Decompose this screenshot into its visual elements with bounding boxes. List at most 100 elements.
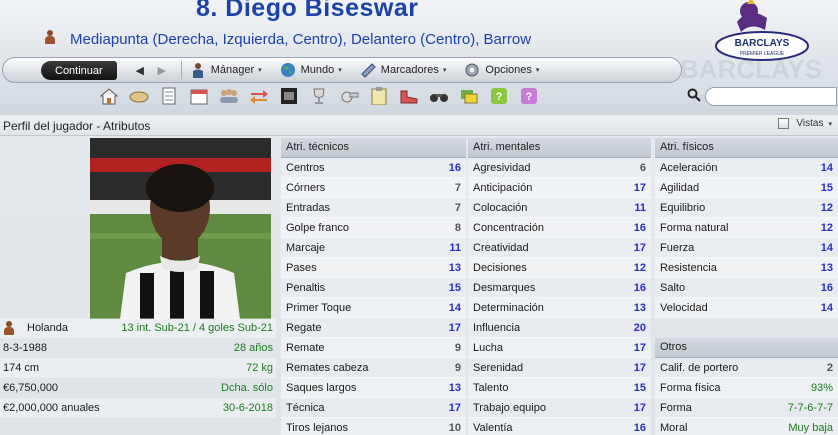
menu-options[interactable]: Opciones ▾ bbox=[464, 62, 539, 78]
attribute-value: Muy baja bbox=[788, 421, 833, 434]
attribute-value: 17 bbox=[633, 341, 646, 354]
attribute-name: Forma natural bbox=[660, 221, 729, 234]
bread-icon[interactable] bbox=[128, 86, 150, 106]
help-alt-icon[interactable]: ? bbox=[518, 86, 540, 106]
attribute-name: Colocación bbox=[473, 201, 528, 214]
attribute-name: Trabajo equipo bbox=[473, 401, 546, 414]
attribute-value: 11 bbox=[449, 241, 461, 254]
menu-manager[interactable]: Mánager ▾ bbox=[190, 62, 262, 78]
info-right: 28 años bbox=[233, 342, 273, 354]
attribute-name: Marcaje bbox=[286, 241, 326, 254]
boot-icon[interactable] bbox=[398, 86, 420, 106]
info-row-nationality: Holanda 13 int. Sub-21 / 4 goles Sub-21 bbox=[0, 318, 276, 338]
clipboard-icon[interactable] bbox=[368, 86, 390, 106]
info-row-birth: 8-3-1988 28 años bbox=[0, 338, 276, 358]
film-icon[interactable] bbox=[278, 86, 300, 106]
views-button[interactable]: Vistas ▾ bbox=[778, 118, 832, 129]
physical-attributes-panel: Atri. físicos Aceleración 14 Agilidad 15 Equ… bbox=[655, 138, 838, 435]
continue-button[interactable]: Continuar bbox=[41, 60, 117, 80]
attribute-row: Centros 16 bbox=[281, 158, 466, 178]
menu-world[interactable]: Mundo ▾ bbox=[280, 62, 342, 78]
attribute-value: 14 bbox=[820, 161, 833, 174]
attribute-row: Desmarques 16 bbox=[468, 278, 651, 298]
attribute-name: Influencia bbox=[473, 321, 521, 334]
person-icon bbox=[44, 30, 60, 48]
attribute-value: 15 bbox=[820, 181, 833, 194]
transfer-arrows-icon[interactable] bbox=[248, 86, 270, 106]
attribute-name: Determinación bbox=[473, 301, 544, 314]
binoculars-icon[interactable] bbox=[428, 86, 450, 106]
attribute-value: 16 bbox=[633, 221, 646, 234]
attribute-name: Calif. de portero bbox=[660, 361, 739, 374]
attribute-name: Penaltis bbox=[286, 281, 326, 294]
others-header: Otros bbox=[655, 338, 838, 358]
logo-text: BARCLAYS bbox=[735, 38, 790, 49]
forward-arrow-icon[interactable]: ▶ bbox=[151, 61, 173, 79]
attribute-name: Valentía bbox=[473, 421, 513, 434]
nav-separator bbox=[180, 61, 182, 79]
search-input[interactable] bbox=[705, 86, 837, 106]
info-left: 174 cm bbox=[3, 362, 40, 374]
panel-header: Atri. físicos bbox=[655, 138, 838, 158]
globe-icon bbox=[280, 63, 295, 77]
attribute-row: Remate 9 bbox=[281, 338, 466, 358]
attribute-value: 16 bbox=[633, 421, 646, 434]
attribute-row: Serenidad 17 bbox=[468, 358, 651, 378]
attribute-name: Pases bbox=[286, 261, 317, 274]
home-icon[interactable] bbox=[98, 86, 120, 106]
attribute-row: Forma 7-7-6-7-7 bbox=[655, 398, 838, 418]
info-left: €2,000,000 anuales bbox=[3, 402, 100, 414]
attribute-row: Entradas 7 bbox=[281, 198, 466, 218]
squad-icon[interactable] bbox=[218, 86, 240, 106]
section-bar: Perfil del jugador - Atributos Vistas ▾ bbox=[0, 115, 838, 136]
attribute-name: Talento bbox=[473, 381, 509, 394]
info-right: 13 int. Sub-21 / 4 goles Sub-21 bbox=[121, 322, 273, 334]
attribute-row: Córners 7 bbox=[281, 178, 466, 198]
icon-toolbar: ? ? bbox=[98, 85, 548, 107]
technical-attributes-panel: Atri. técnicos Centros 16 Córners 7 Entradas… bbox=[281, 138, 466, 435]
attribute-value: 12 bbox=[633, 261, 646, 274]
attribute-name: Velocidad bbox=[660, 301, 708, 314]
menu-label: Mánager bbox=[210, 64, 255, 76]
attribute-name: Forma bbox=[660, 401, 692, 414]
attribute-row: Calif. de portero 2 bbox=[655, 358, 838, 378]
search-icon[interactable] bbox=[687, 88, 701, 102]
back-arrow-icon[interactable]: ◀ bbox=[129, 61, 151, 79]
info-row-value: €6,750,000 Dcha. sólo bbox=[0, 378, 276, 398]
attribute-name: Agresividad bbox=[473, 161, 531, 174]
attribute-value: 11 bbox=[634, 201, 646, 214]
attribute-name: Golpe franco bbox=[286, 221, 349, 234]
menu-scores[interactable]: Marcadores ▾ bbox=[360, 62, 446, 78]
attribute-row: Golpe franco 8 bbox=[281, 218, 466, 238]
attribute-value: 17 bbox=[448, 401, 461, 414]
panel-header: Atri. técnicos bbox=[281, 138, 466, 158]
cards-icon[interactable] bbox=[458, 86, 480, 106]
attribute-value: 17 bbox=[633, 361, 646, 374]
document-icon[interactable] bbox=[158, 86, 180, 106]
attribute-name: Creatividad bbox=[473, 241, 529, 254]
attribute-row: Primer Toque 14 bbox=[281, 298, 466, 318]
attribute-name: Serenidad bbox=[473, 361, 524, 374]
attribute-value: 12 bbox=[820, 221, 833, 234]
menu-label: Opciones bbox=[485, 64, 532, 76]
trophy-icon[interactable] bbox=[308, 86, 330, 106]
attribute-name: Primer Toque bbox=[286, 301, 352, 314]
svg-text:?: ? bbox=[526, 91, 533, 103]
attribute-value: 17 bbox=[448, 321, 461, 334]
player-name-title: 8. Diego Biseswar bbox=[196, 0, 419, 22]
help-icon[interactable]: ? bbox=[488, 86, 510, 106]
player-positions: Mediapunta (Derecha, Izquierda, Centro),… bbox=[44, 30, 531, 48]
player-photo bbox=[90, 138, 271, 319]
attribute-row: Valentía 16 bbox=[468, 418, 651, 435]
attribute-value: 16 bbox=[633, 281, 646, 294]
attribute-value: 14 bbox=[448, 301, 461, 314]
whistle-icon[interactable] bbox=[338, 86, 360, 106]
attribute-row: Colocación 11 bbox=[468, 198, 651, 218]
info-right: Dcha. sólo bbox=[221, 382, 273, 394]
calendar-icon[interactable] bbox=[188, 86, 210, 106]
attribute-value: 14 bbox=[820, 241, 833, 254]
attribute-name: Entradas bbox=[286, 201, 331, 214]
attribute-value: 12 bbox=[820, 201, 833, 214]
attribute-row: Anticipación 17 bbox=[468, 178, 651, 198]
svg-text:?: ? bbox=[496, 91, 503, 103]
